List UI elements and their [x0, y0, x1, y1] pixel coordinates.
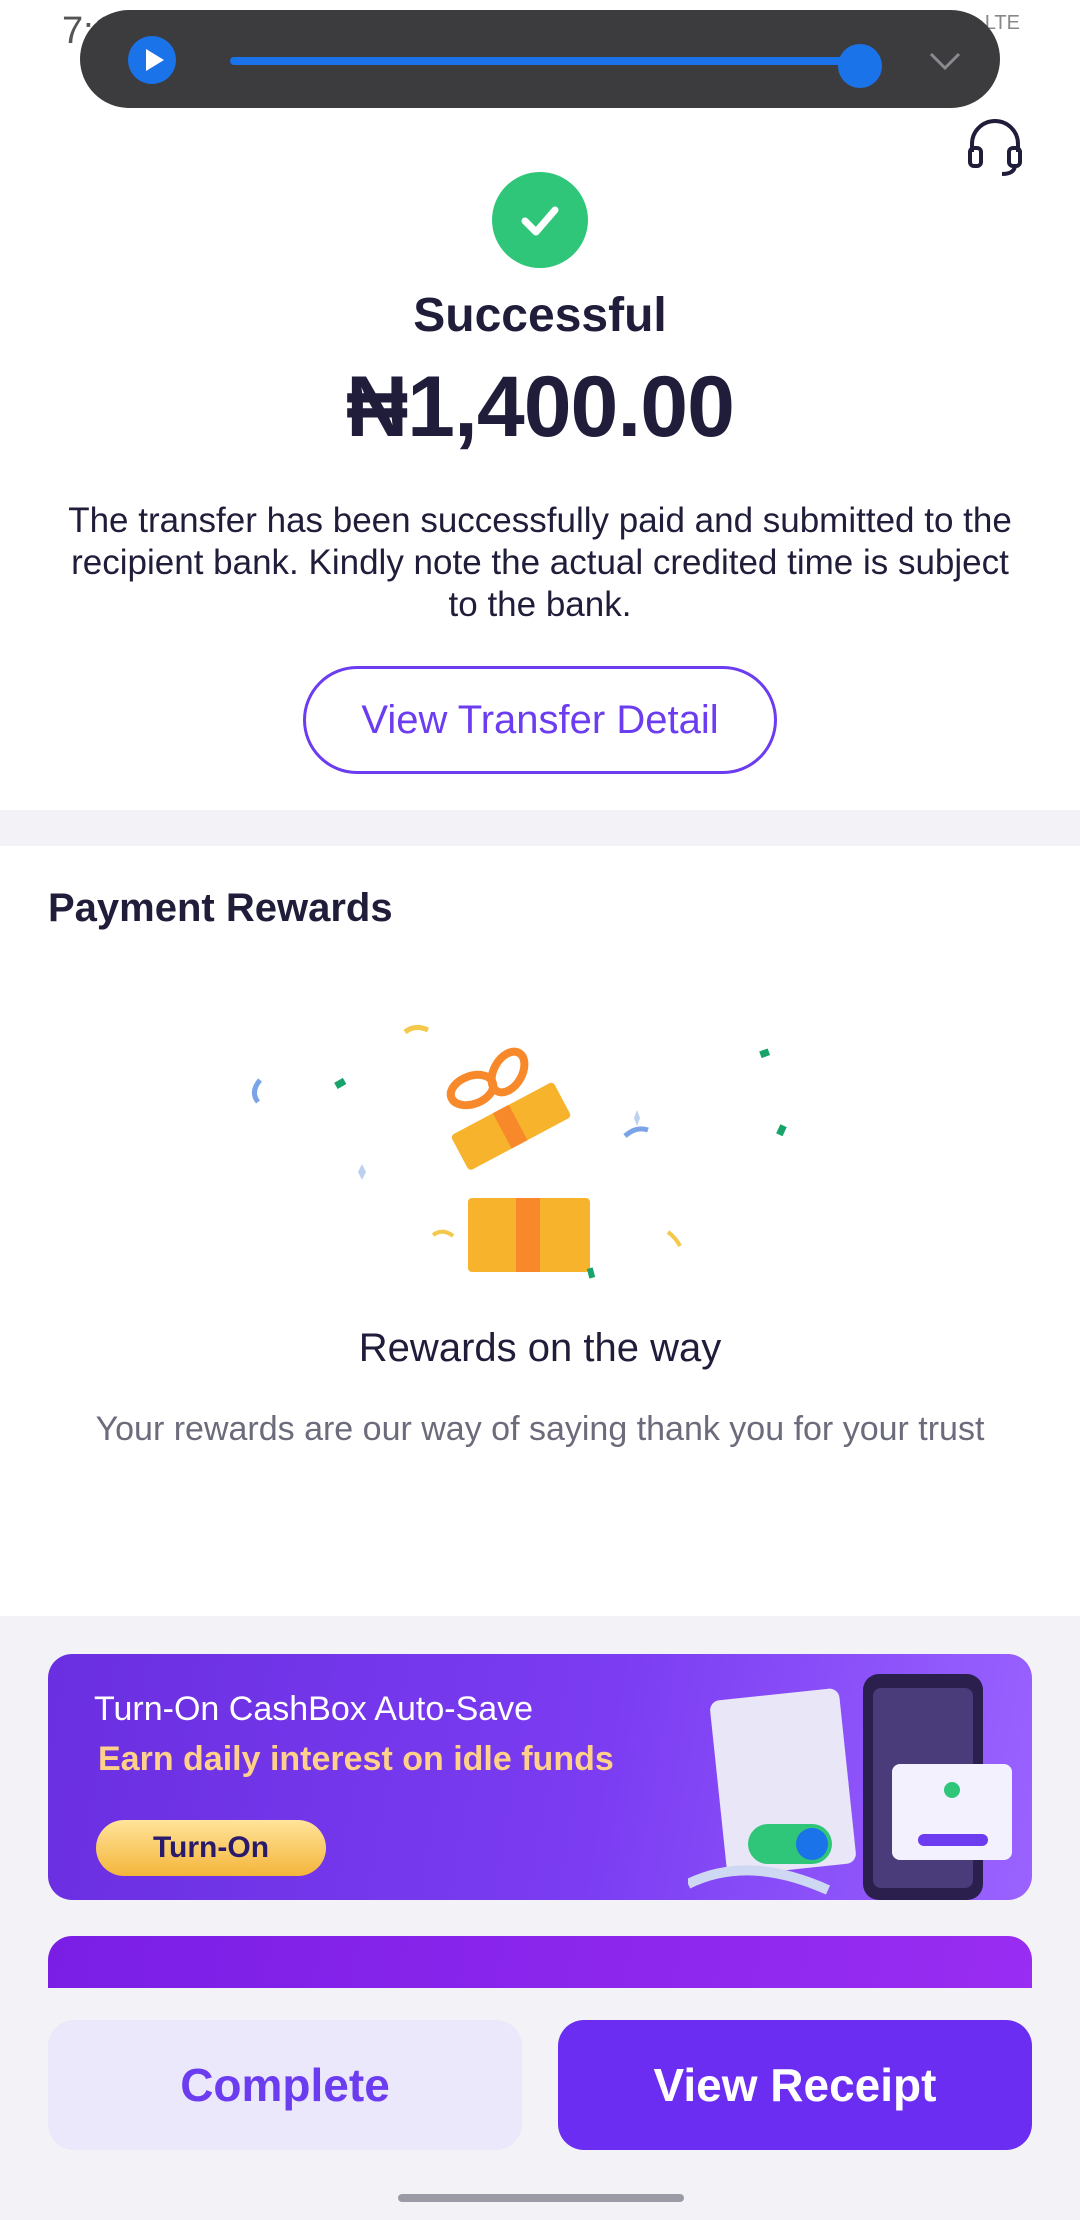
turn-on-button[interactable]: Turn-On: [96, 1820, 326, 1876]
gift-box-illustration: [252, 1024, 787, 1279]
headset-icon[interactable]: [966, 116, 1024, 178]
play-icon[interactable]: [128, 36, 176, 84]
success-check-icon: [492, 172, 588, 268]
rewards-heading: Rewards on the way: [358, 1326, 722, 1370]
view-receipt-button[interactable]: View Receipt: [558, 2020, 1032, 2150]
cashbox-autosave-banner[interactable]: Turn-On CashBox Auto-Save Earn daily int…: [48, 1654, 1032, 1900]
media-progress-track[interactable]: [230, 57, 860, 65]
view-transfer-detail-button[interactable]: View Transfer Detail: [303, 666, 777, 774]
home-indicator[interactable]: [398, 2194, 684, 2202]
phone-illustration: [688, 1674, 1012, 1900]
section-divider: [0, 810, 1080, 846]
payment-rewards-title: Payment Rewards: [48, 886, 393, 930]
transfer-description: The transfer has been successfully paid …: [68, 501, 1012, 624]
rewards-description: Your rewards are our way of saying thank…: [95, 1410, 985, 1448]
chevron-down-icon[interactable]: [925, 40, 965, 80]
media-progress-knob[interactable]: [838, 44, 882, 88]
banner-title: Turn-On CashBox Auto-Save: [94, 1690, 534, 1728]
banner-subtitle: Earn daily interest on idle funds: [98, 1740, 614, 1778]
complete-button[interactable]: Complete: [48, 2020, 522, 2150]
transfer-amount: ₦1,400.00: [346, 359, 735, 455]
status-title: Successful: [413, 289, 667, 342]
media-playback-overlay: [80, 10, 1000, 108]
